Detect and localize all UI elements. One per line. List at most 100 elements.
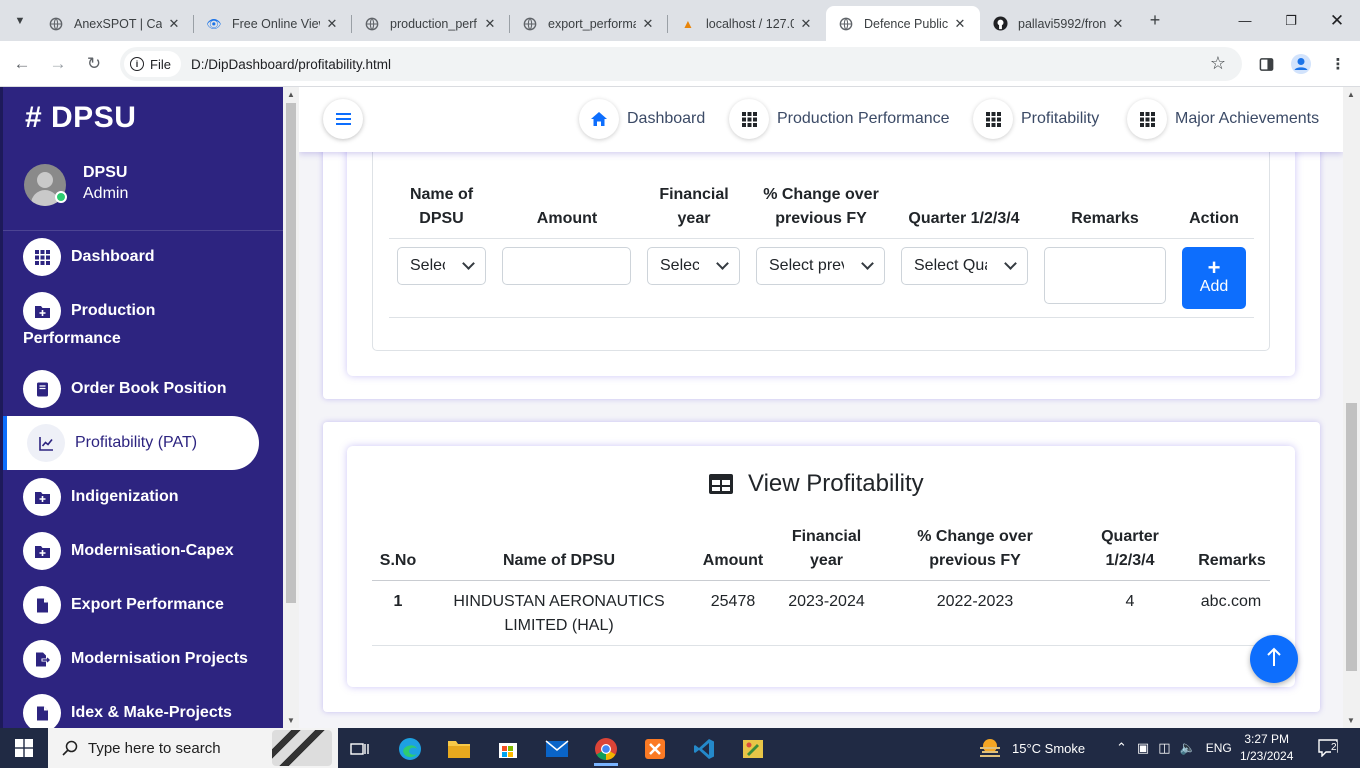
tab-close-icon[interactable]: ✕ [798, 16, 814, 32]
volume-icon[interactable]: 🔈 [1180, 740, 1196, 756]
nav-link-label: Dashboard [627, 110, 706, 127]
sidebar-item-idex-make-projects[interactable]: Idex & Make-Projects [23, 686, 259, 728]
browser-tab[interactable]: export_performa ✕ [510, 6, 668, 41]
network-icon[interactable]: ◫ [1158, 740, 1170, 756]
remarks-textarea[interactable] [1044, 247, 1166, 304]
sidebar-item-production-performance[interactable]: Production Performance [23, 284, 259, 347]
xampp-icon[interactable] [635, 732, 675, 766]
dpsu-name-select[interactable]: Select [397, 247, 486, 285]
sidebar-item-modernisation-projects[interactable]: Modernisation Projects [23, 632, 259, 686]
sidebar-item-export-performance[interactable]: Export Performance [23, 578, 259, 632]
browser-tab[interactable]: production_perf ✕ [352, 6, 510, 41]
grid-icon [729, 99, 769, 139]
browser-tab[interactable]: AnexSPOT | Capt ✕ [36, 6, 194, 41]
tab-close-icon[interactable]: ✕ [1110, 16, 1126, 32]
search-icon [62, 740, 78, 756]
camera-icon[interactable]: ▣ [1137, 740, 1149, 756]
chrome-icon[interactable] [586, 732, 626, 766]
browser-tab-strip: ▼ AnexSPOT | Capt ✕ 👁 Free Online View ✕… [0, 0, 1360, 41]
file-explorer-icon[interactable] [439, 732, 479, 766]
phpmyadmin-icon: ▲ [682, 16, 694, 31]
sidebar-item-order-book-position[interactable]: Order Book Position [23, 362, 259, 416]
back-to-top-button[interactable] [1250, 635, 1298, 683]
mail-icon[interactable] [537, 732, 577, 766]
view-header-name: Name of DPSU [502, 552, 616, 569]
weather-widget[interactable]: 15°C Smoke [978, 728, 1085, 768]
edge-icon[interactable] [390, 732, 430, 766]
tab-close-icon[interactable]: ✕ [952, 16, 968, 32]
nav-link-dashboard[interactable]: Dashboard [579, 99, 705, 139]
browser-tab[interactable]: pallavi5992/fron ✕ [980, 6, 1138, 41]
minimize-icon[interactable]: — [1222, 0, 1268, 41]
vscode-icon[interactable] [684, 732, 724, 766]
info-icon: i [130, 57, 144, 71]
sidebar-item-modernisation-capex[interactable]: Modernisation-Capex [23, 524, 259, 578]
address-bar[interactable]: i File D:/DipDashboard/profitability.htm… [120, 47, 1242, 81]
amount-input[interactable] [502, 247, 631, 285]
windows-start-icon[interactable] [0, 728, 48, 768]
nav-link-profitability[interactable]: Profitability [973, 99, 1099, 139]
reload-icon[interactable]: ↻ [81, 51, 107, 77]
book-icon [23, 370, 61, 408]
paint-tool-icon[interactable] [733, 732, 773, 766]
globe-icon [522, 16, 538, 32]
weather-text: 15°C Smoke [1012, 740, 1086, 756]
page-scrollbar[interactable]: ▲ ▼ [1343, 87, 1360, 728]
sidebar-item-dashboard[interactable]: Dashboard [23, 230, 259, 284]
windows-taskbar: Type here to search 15°C Smoke ⌃ ▣ ◫ 🔈 E… [0, 728, 1360, 768]
sidebar-item-profitability-pat[interactable]: Profitability (PAT) [3, 416, 259, 470]
scrollbar-thumb[interactable] [286, 103, 296, 603]
chevron-up-icon[interactable]: ⌃ [1116, 740, 1127, 756]
chart-line-icon [27, 424, 65, 462]
tab-close-icon[interactable]: ✕ [166, 16, 182, 32]
scroll-up-icon[interactable]: ▲ [287, 90, 295, 99]
scroll-down-icon[interactable]: ▼ [1347, 716, 1355, 725]
sidebar-item-indigenization[interactable]: Indigenization [23, 470, 259, 524]
previous-fy-select[interactable]: Select previous FY [756, 247, 885, 285]
add-button[interactable]: + Add [1182, 247, 1246, 309]
scroll-down-icon[interactable]: ▼ [287, 716, 295, 725]
side-panel-icon[interactable] [1255, 53, 1277, 75]
financial-year-select[interactable]: Select [647, 247, 740, 285]
tab-close-icon[interactable]: ✕ [640, 16, 656, 32]
restore-icon[interactable]: ❐ [1268, 0, 1314, 41]
sidebar-scrollbar[interactable]: ▲ ▼ [283, 87, 299, 728]
back-icon[interactable]: ← [9, 51, 35, 77]
notification-center-icon[interactable]: 2 [1318, 728, 1338, 768]
view-title-text: View Profitability [748, 470, 924, 497]
language-indicator[interactable]: ENG [1206, 741, 1232, 755]
view-header-sno: S.No [379, 552, 417, 569]
nav-link-production-performance[interactable]: Production Performance [729, 99, 950, 139]
tab-title: pallavi5992/fron [1018, 16, 1106, 31]
url-text[interactable]: D:/DipDashboard/profitability.html [191, 57, 391, 72]
clock[interactable]: 3:27 PM 1/23/2024 [1240, 728, 1293, 768]
task-view-icon[interactable] [340, 732, 380, 766]
quarter-select[interactable]: Select Quarter [901, 247, 1028, 285]
tab-close-icon[interactable]: ✕ [482, 16, 498, 32]
tab-search-chevron-icon[interactable]: ▼ [8, 9, 32, 33]
browser-tab[interactable]: 👁 Free Online View ✕ [194, 6, 352, 41]
profile-icon[interactable] [1290, 53, 1312, 75]
site-info-chip[interactable]: i File [124, 51, 181, 77]
brand-logo[interactable]: # DPSU [25, 101, 136, 135]
menu-toggle-icon[interactable] [323, 99, 363, 139]
scrollbar-thumb[interactable] [1346, 403, 1357, 671]
browser-menu-icon[interactable]: ⋮ [1327, 53, 1349, 75]
tab-title: AnexSPOT | Capt [74, 16, 162, 31]
main-content: Name of DPSU Amount Financial year % Chang… [299, 87, 1343, 728]
sidebar-item-label: Modernisation-Capex [71, 542, 234, 559]
cell-quarter: 4 [1125, 593, 1135, 610]
forward-icon[interactable]: → [45, 51, 71, 77]
store-icon[interactable] [488, 732, 528, 766]
browser-tab[interactable]: ▲ localhost / 127.0 ✕ [668, 6, 826, 41]
tab-close-icon[interactable]: ✕ [324, 16, 340, 32]
new-tab-icon[interactable]: + [1144, 9, 1166, 31]
taskbar-search[interactable]: Type here to search [48, 728, 338, 768]
bookmark-star-icon[interactable]: ☆ [1210, 53, 1226, 74]
browser-tab-active[interactable]: Defence Public S ✕ [826, 6, 980, 41]
nav-link-major-achievements[interactable]: Major Achievements [1127, 99, 1319, 139]
form-header-action: Action [1189, 210, 1239, 227]
tab-title: production_perf [390, 16, 477, 31]
scroll-up-icon[interactable]: ▲ [1347, 90, 1355, 99]
close-window-icon[interactable]: ✕ [1314, 0, 1360, 41]
